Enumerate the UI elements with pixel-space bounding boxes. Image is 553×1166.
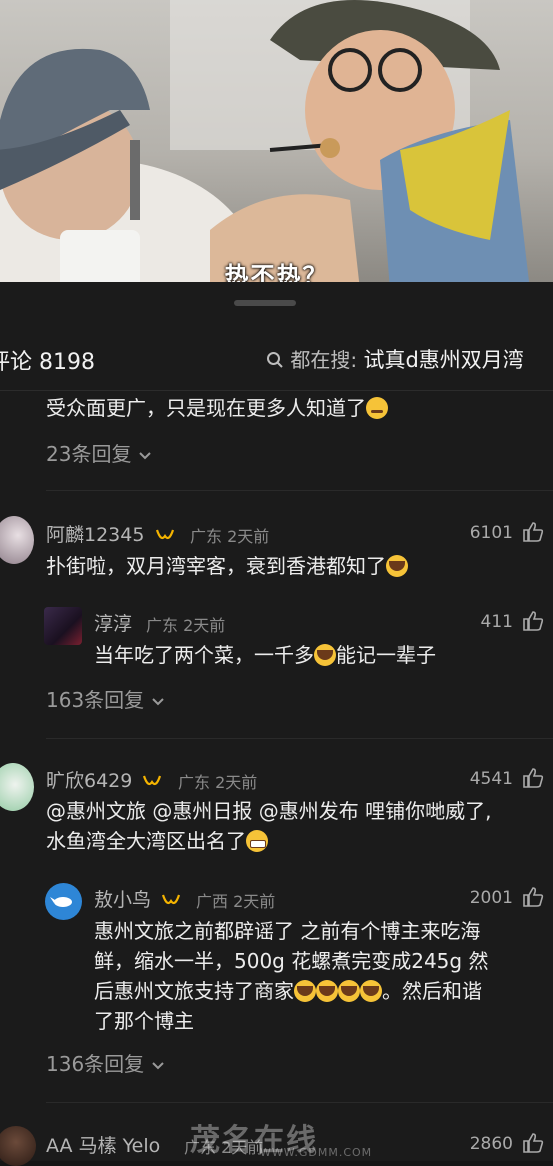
laughing-emoji-icon bbox=[360, 980, 382, 1002]
thumbs-up-icon[interactable] bbox=[522, 610, 544, 632]
like-count: 411 bbox=[480, 612, 513, 632]
comment-count-title: 评论 8198 bbox=[0, 350, 95, 375]
thumbs-up-icon[interactable] bbox=[522, 767, 544, 789]
comment-text: 当年吃了两个菜，一千多 能记一辈子 bbox=[94, 643, 436, 667]
avatar[interactable] bbox=[44, 607, 82, 645]
creator-badge-icon bbox=[155, 529, 174, 539]
like-count: 6101 bbox=[469, 523, 513, 543]
comment-text: 扑街啦，双月湾宰客，衰到香港都知了 bbox=[46, 551, 408, 581]
smirk-emoji-icon bbox=[366, 397, 388, 419]
laughing-emoji-icon bbox=[314, 644, 336, 666]
chevron-down-icon bbox=[139, 452, 151, 460]
like-count: 2860 bbox=[469, 1134, 513, 1154]
drag-handle[interactable] bbox=[234, 300, 296, 306]
comment-text: 受众面更广，只是现在更多人知道了 bbox=[46, 393, 388, 423]
view-replies-button[interactable]: 136条回复 bbox=[46, 1048, 165, 1077]
watermark-url: WWW.GDMM.COM bbox=[260, 1146, 373, 1159]
comment-meta: 广西 2天前 bbox=[196, 892, 276, 911]
like-count: 4541 bbox=[469, 769, 513, 789]
thumbs-up-icon[interactable] bbox=[522, 886, 544, 908]
grinning-emoji-icon bbox=[246, 830, 268, 852]
creator-badge-icon bbox=[143, 775, 162, 785]
trending-search-link[interactable]: 都在搜: 试真d惠州双月湾 bbox=[266, 344, 524, 374]
video-person-right bbox=[210, 0, 530, 282]
comment-text: @惠州文旅 @惠州日报 @惠州发布 哩铺你哋威了, 水鱼湾全大湾区出名了 bbox=[46, 799, 492, 853]
search-keyword: 试真d惠州双月湾 bbox=[363, 348, 524, 372]
laughing-emoji-icon bbox=[316, 980, 338, 1002]
video-player[interactable]: 热不热？ bbox=[0, 0, 553, 282]
creator-badge-icon bbox=[162, 894, 181, 904]
laughing-emoji-icon bbox=[338, 980, 360, 1002]
search-prefix: 都在搜: bbox=[290, 348, 358, 372]
search-icon bbox=[267, 352, 283, 368]
comment-user[interactable]: AA 马榡 Yelo bbox=[46, 1131, 160, 1158]
laughing-emoji-icon bbox=[294, 980, 316, 1002]
comment-user[interactable]: 阿麟12345 bbox=[46, 520, 175, 547]
avatar[interactable] bbox=[45, 883, 82, 920]
like-count: 2001 bbox=[469, 888, 513, 908]
comment-user[interactable]: 敖小鸟 bbox=[94, 885, 181, 912]
laughing-emoji-icon bbox=[386, 555, 408, 577]
video-subtitle: 热不热？ bbox=[224, 262, 329, 282]
view-replies-button[interactable]: 163条回复 bbox=[46, 684, 165, 713]
thumbs-up-icon[interactable] bbox=[522, 521, 544, 543]
comment-meta: 广东 2天前 bbox=[146, 616, 226, 635]
comment-user[interactable]: 淳淳 bbox=[94, 609, 132, 636]
video-person-left bbox=[0, 48, 240, 282]
header-divider bbox=[0, 390, 553, 391]
view-replies-button[interactable]: 23条回复 bbox=[46, 438, 152, 467]
comment-meta: 广东 2天前 bbox=[190, 527, 270, 546]
thumbs-up-icon[interactable] bbox=[522, 1132, 544, 1154]
comment-user[interactable]: 旷欣6429 bbox=[46, 766, 162, 793]
comment-divider bbox=[46, 738, 553, 739]
comment-meta: 广东 2天前 bbox=[178, 773, 258, 792]
comment-divider bbox=[46, 1102, 553, 1103]
comment-divider bbox=[46, 490, 553, 491]
chevron-down-icon bbox=[151, 698, 164, 706]
comment-text: 惠州文旅之前都辟谣了 之前有个博主来吃海 鲜，缩水一半，500g 花螺煮完变成2… bbox=[94, 919, 489, 1033]
chevron-down-icon bbox=[151, 1062, 164, 1070]
bird-icon bbox=[50, 897, 72, 907]
